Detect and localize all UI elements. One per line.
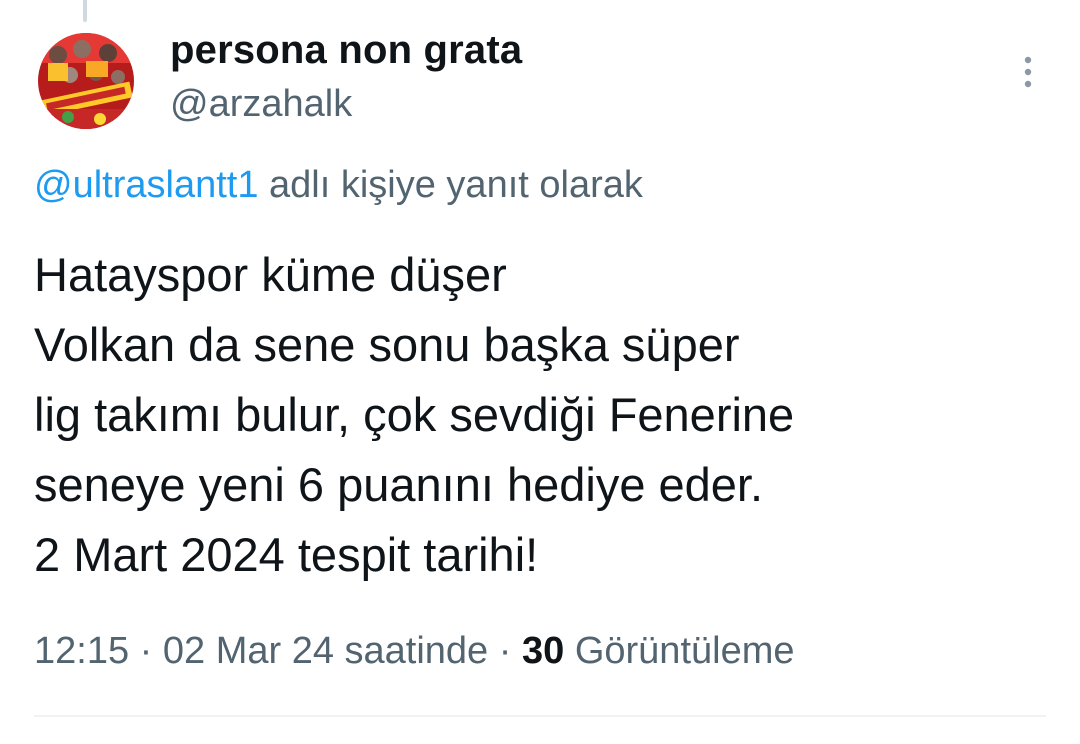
tweet-text-line: lig takımı bulur, çok sevdiği Fenerine	[34, 388, 795, 441]
tweet-metadata: 12:15 · 02 Mar 24 saatinde · 30 Görüntül…	[34, 630, 795, 673]
reply-context: @ultraslantt1 adlı kişiye yanıt olarak	[34, 164, 643, 207]
author-display-name[interactable]: persona non grata	[170, 28, 522, 73]
tweet-text-line: Volkan da sene sonu başka süper	[34, 318, 740, 371]
tweet-text: Hatayspor küme düşer Volkan da sene sonu…	[34, 240, 1034, 590]
views-label[interactable]: Görüntüleme	[575, 630, 795, 672]
thread-connector-line	[83, 0, 87, 22]
meta-separator: ·	[498, 630, 512, 672]
author-avatar[interactable]	[38, 33, 134, 129]
tweet-text-line: Hatayspor küme düşer	[34, 248, 507, 301]
more-options-button[interactable]	[1008, 48, 1048, 96]
tweet-text-line: 2 Mart 2024 tespit tarihi!	[34, 528, 539, 581]
views-count[interactable]: 30	[522, 630, 564, 672]
author-handle[interactable]: @arzahalk	[170, 83, 352, 126]
team-celebration-avatar-icon	[38, 33, 134, 129]
reply-mention-link[interactable]: @ultraslantt1	[34, 164, 258, 206]
tweet-date[interactable]: 02 Mar 24 saatinde	[163, 630, 488, 672]
tweet-text-line: seneye yeni 6 puanını hediye eder.	[34, 458, 764, 511]
vertical-ellipsis-icon	[1024, 56, 1032, 88]
tweet-time[interactable]: 12:15	[34, 630, 129, 672]
divider	[34, 715, 1046, 717]
meta-separator: ·	[139, 630, 153, 672]
reply-context-suffix: adlı kişiye yanıt olarak	[269, 164, 643, 206]
